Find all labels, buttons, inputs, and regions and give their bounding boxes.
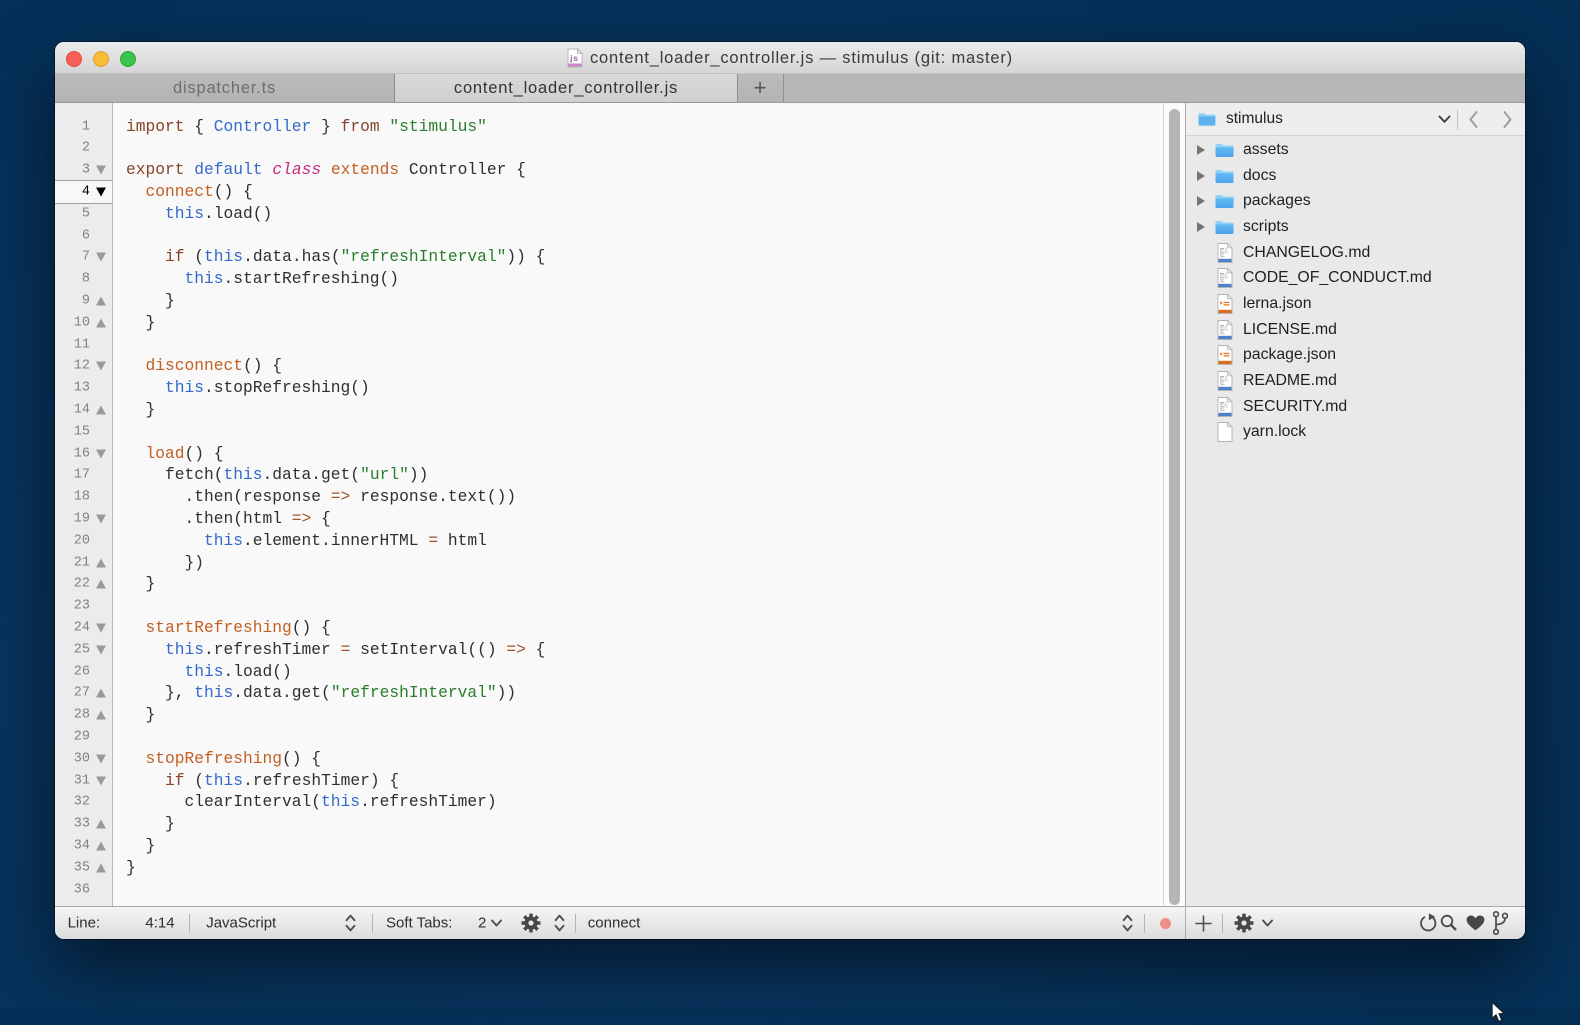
svg-text:js: js	[569, 53, 579, 63]
